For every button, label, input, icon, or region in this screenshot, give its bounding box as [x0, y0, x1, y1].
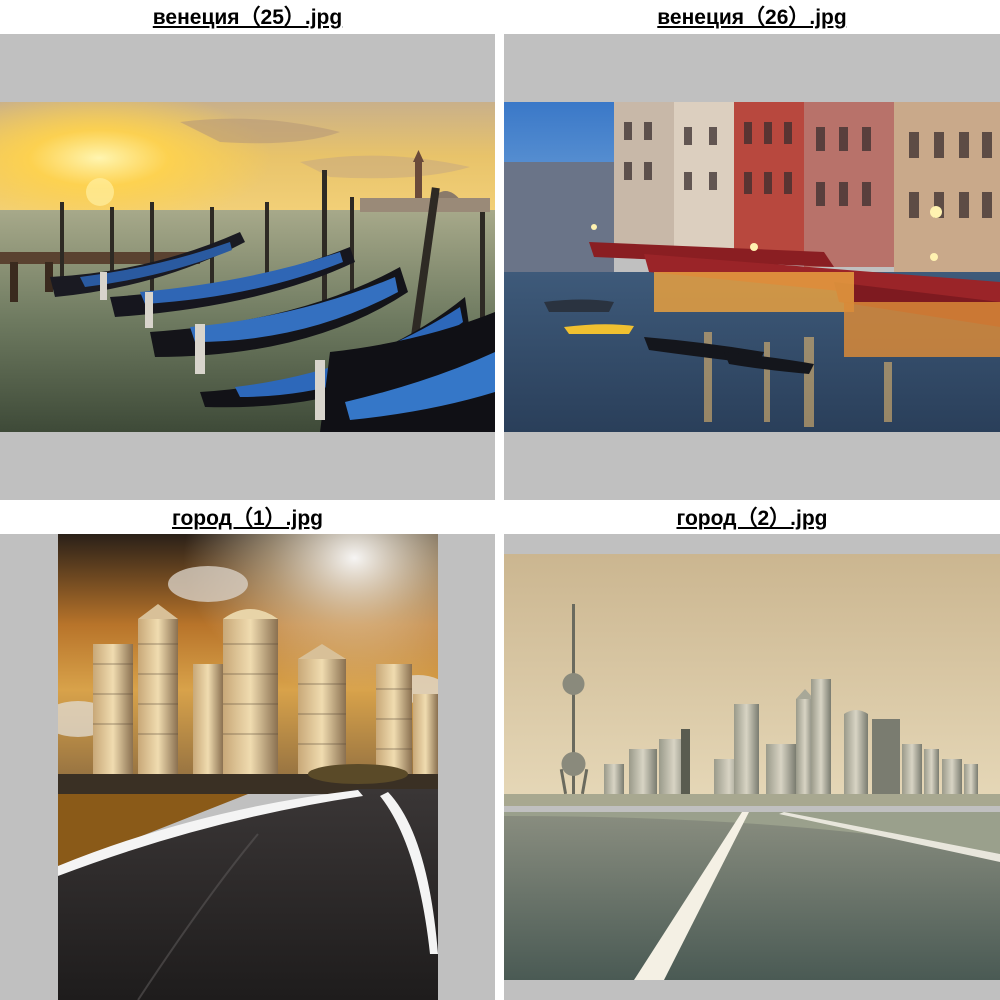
file-name-link[interactable]: город（1）.jpg [0, 507, 495, 531]
file-name-link[interactable]: город（2）.jpg [504, 507, 1000, 531]
grand-canal-dusk-photo[interactable] [504, 102, 1000, 432]
thumbnail-frame [504, 534, 1000, 1000]
file-name-link[interactable]: венеция（25）.jpg [0, 6, 495, 30]
gallery-item-2[interactable]: венеция（26）.jpg [504, 0, 1000, 500]
gallery-item-1[interactable]: венеция（25）.jpg [0, 0, 495, 500]
gondolas-sunset-photo[interactable] [0, 102, 495, 432]
gallery-item-3[interactable]: город（1）.jpg [0, 500, 495, 1000]
city-road-amber-photo[interactable] [58, 534, 438, 1000]
city-skyline-road-photo[interactable] [504, 554, 1000, 980]
gallery-item-4[interactable]: город（2）.jpg [504, 500, 1000, 1000]
file-name-link[interactable]: венеция（26）.jpg [504, 6, 1000, 30]
thumbnail-frame [0, 34, 495, 500]
thumbnail-frame [0, 534, 495, 1000]
thumbnail-frame [504, 34, 1000, 500]
